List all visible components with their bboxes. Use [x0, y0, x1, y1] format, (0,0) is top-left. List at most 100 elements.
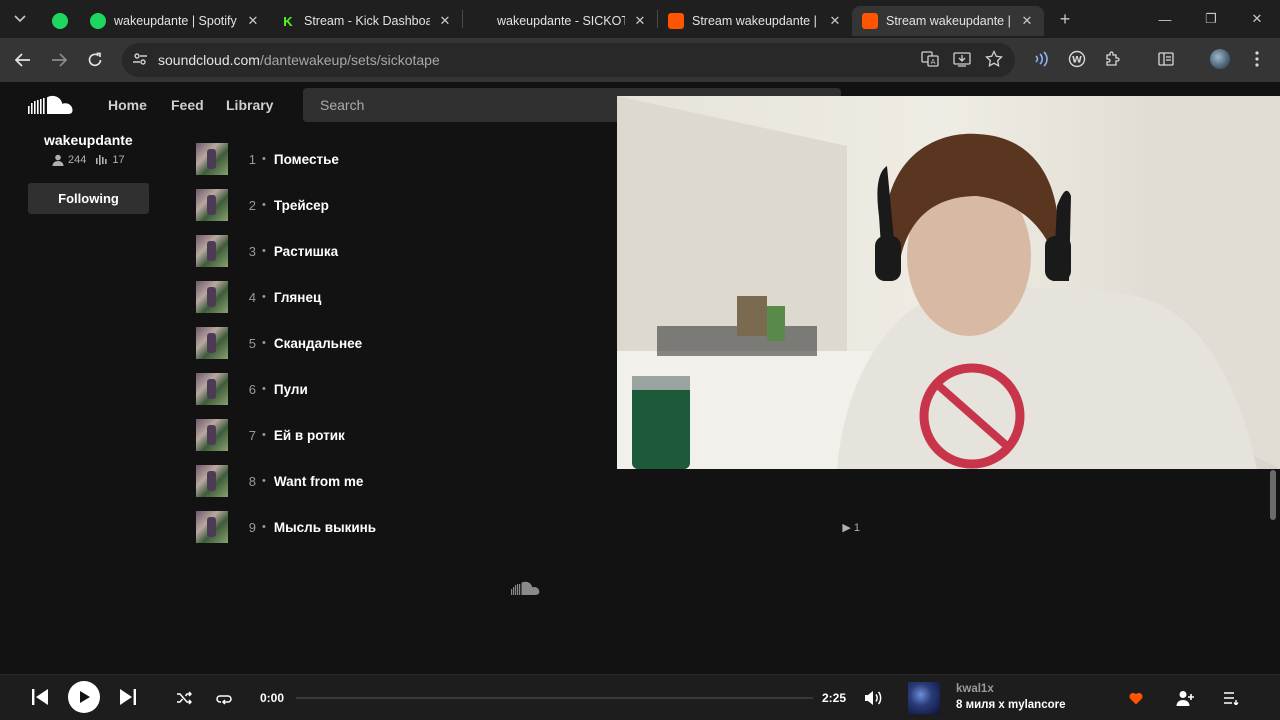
extensions-puzzle-icon[interactable]: [1096, 42, 1130, 76]
track-artwork[interactable]: [196, 373, 228, 405]
soundcloud-icon: [668, 13, 684, 29]
like-heart-icon[interactable]: [1127, 689, 1145, 707]
track-separator-dot: •: [262, 199, 266, 211]
soundcloud-logo-icon[interactable]: [28, 94, 78, 116]
next-track-icon[interactable]: [118, 687, 138, 707]
tab-sickotape[interactable]: wakeupdante - SICKOTAPE ✕: [463, 6, 657, 36]
install-app-icon[interactable]: [953, 50, 971, 72]
shuffle-icon[interactable]: [175, 689, 193, 707]
tab-search-chevron-icon[interactable]: [0, 0, 40, 38]
track-number: 5: [248, 335, 256, 351]
now-playing-artwork[interactable]: [908, 682, 940, 714]
nav-library[interactable]: Library: [226, 97, 273, 113]
followers-icon: [52, 154, 64, 166]
scrollbar-thumb[interactable]: [1270, 470, 1276, 520]
read-aloud-extension-icon[interactable]: [1024, 42, 1058, 76]
forward-icon[interactable]: [41, 42, 77, 78]
url-path: /dantewakeup/sets/sickotape: [259, 52, 440, 68]
track-title[interactable]: Ей в ротик: [274, 428, 345, 443]
site-settings-icon[interactable]: [132, 51, 148, 70]
track-row[interactable]: 9 • Мысль выкинь ▶ 1: [196, 511, 866, 543]
bookmark-star-icon[interactable]: [985, 49, 1003, 72]
reading-list-icon[interactable]: [1149, 42, 1183, 76]
close-tab-icon[interactable]: ✕: [1020, 13, 1034, 29]
track-artwork[interactable]: [196, 281, 228, 313]
tab-soundcloud[interactable]: Stream wakeupdante | Listen ✕: [658, 6, 852, 36]
profile-avatar-icon[interactable]: [1203, 42, 1237, 76]
track-artwork[interactable]: [196, 235, 228, 267]
reload-icon[interactable]: [77, 42, 113, 78]
translate-icon[interactable]: A: [921, 50, 939, 72]
track-title[interactable]: Пули: [274, 382, 308, 397]
track-title[interactable]: Скандальнее: [274, 336, 362, 351]
track-title[interactable]: Мысль выкинь: [274, 520, 376, 535]
followers-count[interactable]: 244: [52, 154, 86, 166]
track-separator-dot: •: [262, 521, 266, 533]
play-count-value: 1: [853, 521, 860, 534]
back-icon[interactable]: [5, 42, 41, 78]
previous-track-icon[interactable]: [30, 687, 50, 707]
window-controls: — ❐ ✕: [1142, 0, 1280, 38]
close-tab-icon[interactable]: ✕: [246, 13, 260, 29]
track-artwork[interactable]: [196, 143, 228, 175]
track-artwork[interactable]: [196, 189, 228, 221]
track-title[interactable]: Want from me: [274, 474, 364, 489]
track-artwork[interactable]: [196, 465, 228, 497]
track-separator-dot: •: [262, 245, 266, 257]
tab-soundcloud-active[interactable]: Stream wakeupdante | Listen ✕: [852, 6, 1044, 36]
track-title[interactable]: Глянец: [274, 290, 321, 305]
tracks-count[interactable]: 17: [96, 154, 125, 166]
w-extension-icon[interactable]: W: [1060, 42, 1094, 76]
nav-feed[interactable]: Feed: [171, 97, 204, 113]
browser-tab-bar: wakeupdante | Spotify ✕ K Stream - Kick …: [0, 0, 1280, 38]
track-row[interactable]: 8 • Want from me: [196, 465, 866, 497]
tab-spotify[interactable]: wakeupdante | Spotify ✕: [80, 6, 270, 36]
omnibox-actions: A: [921, 49, 1003, 72]
new-tab-button[interactable]: +: [1050, 9, 1080, 30]
track-number: 7: [248, 427, 256, 443]
tab-spotify-pinned[interactable]: [40, 6, 80, 36]
progress-bar[interactable]: [296, 697, 813, 699]
loading-cloud-icon: [511, 581, 540, 595]
tab-title: wakeupdante - SICKOTAPE: [497, 14, 625, 28]
minimize-icon[interactable]: —: [1142, 0, 1188, 38]
address-bar[interactable]: soundcloud.com/dantewakeup/sets/sickotap…: [122, 43, 1015, 77]
track-title[interactable]: Растишка: [274, 244, 338, 259]
track-number: 1: [248, 151, 256, 167]
queue-icon[interactable]: [1221, 688, 1241, 708]
browser-menu-icon[interactable]: [1240, 42, 1274, 76]
following-button[interactable]: Following: [28, 183, 149, 214]
close-tab-icon[interactable]: ✕: [828, 13, 842, 29]
volume-icon[interactable]: [863, 688, 883, 708]
player-bar: 0:00 2:25 kwal1x 8 миля x mylancore: [0, 674, 1280, 720]
search-placeholder: Search: [320, 97, 365, 113]
now-playing-artist[interactable]: kwal1x: [956, 683, 994, 695]
svg-text:W: W: [1072, 56, 1082, 66]
now-playing-title[interactable]: 8 миля x mylancore: [956, 699, 1066, 711]
play-button[interactable]: [68, 681, 100, 713]
close-tab-icon[interactable]: ✕: [633, 13, 647, 29]
repeat-icon[interactable]: [215, 689, 233, 707]
follow-user-icon[interactable]: [1175, 688, 1195, 708]
track-separator-dot: •: [262, 337, 266, 349]
track-artwork[interactable]: [196, 419, 228, 451]
track-artwork[interactable]: [196, 511, 228, 543]
profile-name[interactable]: wakeupdante: [44, 132, 133, 148]
page-scrollbar[interactable]: [1266, 96, 1278, 674]
track-separator-dot: •: [262, 429, 266, 441]
nav-home[interactable]: Home: [108, 97, 147, 113]
current-time: 0:00: [260, 691, 285, 705]
webcam-feed-image: [617, 96, 1280, 469]
tracks-icon: [96, 155, 107, 165]
track-title[interactable]: Трейсер: [274, 198, 329, 213]
tab-kick-dashboard[interactable]: K Stream - Kick Dashboard ✕: [270, 6, 462, 36]
tab-title: Stream - Kick Dashboard: [304, 14, 430, 28]
close-tab-icon[interactable]: ✕: [438, 13, 452, 29]
restore-icon[interactable]: ❐: [1188, 0, 1234, 38]
track-number: 4: [248, 289, 256, 305]
close-window-icon[interactable]: ✕: [1234, 0, 1280, 38]
browser-toolbar: soundcloud.com/dantewakeup/sets/sickotap…: [0, 38, 1280, 82]
track-title[interactable]: Поместье: [274, 152, 339, 167]
track-artwork[interactable]: [196, 327, 228, 359]
track-separator-dot: •: [262, 153, 266, 165]
